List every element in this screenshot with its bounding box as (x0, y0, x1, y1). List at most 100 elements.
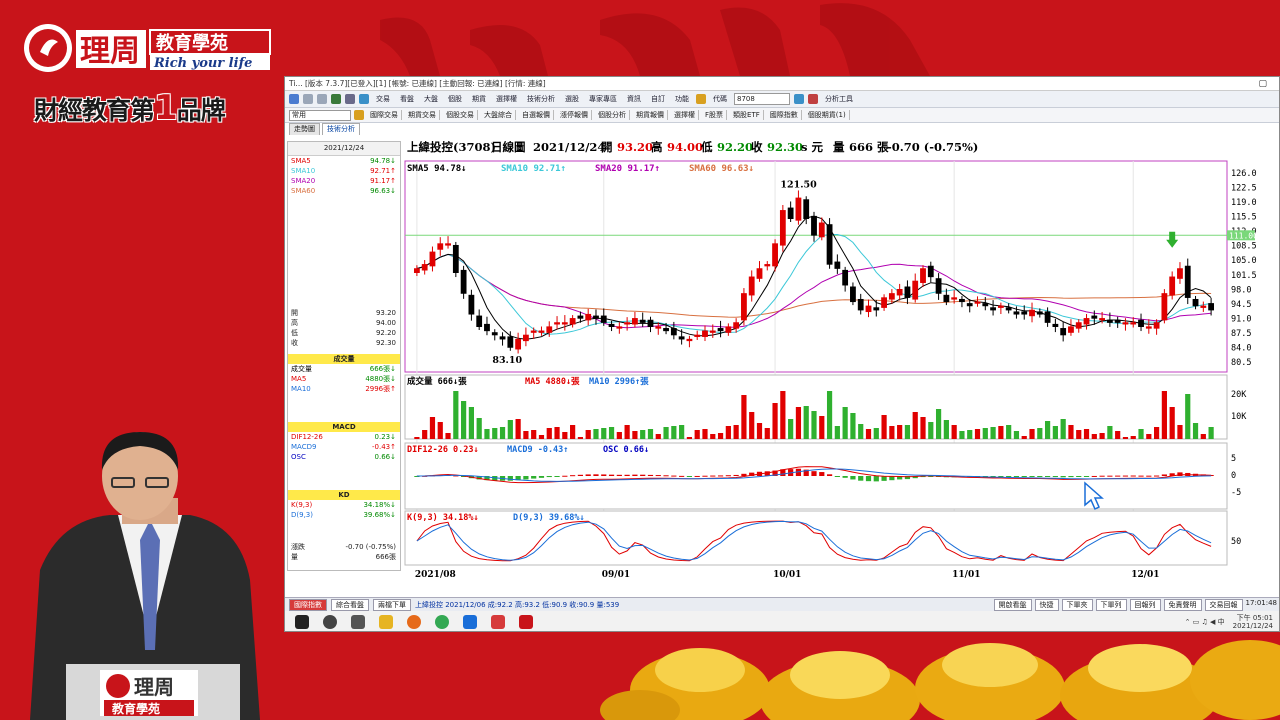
status-tab[interactable]: 綜合看盤 (331, 598, 369, 611)
slogan-part-b: 品牌 (176, 96, 226, 125)
candle-body (1192, 298, 1199, 307)
candle-body (717, 328, 724, 332)
favorites-dropdown[interactable]: 常用 (289, 109, 351, 121)
edit-icon[interactable] (354, 110, 364, 120)
fav-item[interactable]: 國際交易 (367, 110, 402, 120)
user-icon[interactable] (331, 94, 341, 104)
menu-custom[interactable]: 自訂 (648, 94, 668, 104)
tray-icons[interactable]: ⌃ ▭ ♫ ◀ 中 (1185, 617, 1225, 627)
tab-technical[interactable]: 技術分析 (322, 123, 360, 135)
chrome-icon[interactable] (435, 615, 449, 629)
windows-start-icon[interactable] (295, 615, 309, 629)
technical-chart[interactable]: 上緯投控(3708)日線圖 2021/12/24開 93.20高 94.00低 92.2… (403, 141, 1279, 589)
volume-bar (749, 412, 755, 439)
status-button[interactable]: 交易回報 (1204, 598, 1243, 611)
kd-row: K(9,3) 34.18%↓ (288, 500, 400, 510)
kd-row: D(9,3) 39.68%↓ (288, 510, 400, 520)
candle-body (990, 307, 996, 311)
menu-trade[interactable]: 交易 (373, 94, 393, 104)
window-icon[interactable] (359, 94, 369, 104)
osc-bar (1037, 476, 1043, 477)
fav-item[interactable]: 個股分析 (595, 110, 630, 120)
candle-body (966, 303, 973, 307)
back-icon[interactable] (303, 94, 313, 104)
forward-icon[interactable] (317, 94, 327, 104)
search-icon[interactable] (323, 615, 337, 629)
fav-item[interactable]: 類股ETF (730, 110, 764, 120)
macd-tick-label: -5 (1231, 488, 1241, 498)
candle-body (850, 286, 856, 303)
macd-label: MACD9 (291, 443, 317, 451)
status-button[interactable]: 快捷 (1034, 598, 1059, 611)
tab-trend[interactable]: 走勢圖 (289, 123, 320, 135)
osc-bar (1122, 475, 1129, 477)
firefox-icon[interactable] (407, 615, 421, 629)
candle-body (491, 332, 498, 336)
status-button[interactable]: 下單夾 (1061, 598, 1093, 611)
fav-item[interactable]: 期貨報價 (633, 110, 668, 120)
fav-item[interactable]: F股票 (702, 110, 728, 120)
task-view-icon[interactable] (351, 615, 365, 629)
fav-item[interactable]: 自選報價 (519, 110, 554, 120)
menu-market[interactable]: 大盤 (421, 94, 441, 104)
osc-bar (585, 474, 591, 476)
teamviewer-icon[interactable] (463, 615, 477, 629)
volume-bar (492, 428, 498, 439)
status-button[interactable]: 開啟看盤 (993, 598, 1032, 611)
app-icon[interactable] (519, 615, 533, 629)
ohlc-value: 92.20 (375, 329, 396, 337)
file-explorer-icon[interactable] (379, 615, 393, 629)
fav-item[interactable]: 個股交易 (443, 110, 478, 120)
menu-options[interactable]: 選擇權 (493, 94, 520, 104)
menu-watch[interactable]: 看盤 (397, 94, 417, 104)
candle-body (787, 207, 794, 219)
x-tick-label: 10/01 (773, 570, 801, 580)
volume-bar (1107, 426, 1113, 439)
fav-item[interactable]: 選擇權 (671, 110, 699, 120)
volume-row: MA10 2996張↑ (288, 384, 400, 394)
home-icon[interactable] (289, 94, 299, 104)
volume-bar (819, 416, 825, 439)
taskbar-clock[interactable]: 下午 05:01 2021/12/24 (1233, 614, 1273, 630)
analysis-tools-menu[interactable]: 分析工具 (822, 94, 856, 104)
menu-screener[interactable]: 選股 (562, 94, 582, 104)
print-icon[interactable] (345, 94, 355, 104)
volume-bar (780, 391, 786, 439)
menu-info[interactable]: 資訊 (624, 94, 644, 104)
status-tab[interactable]: 兩檔下單 (373, 598, 411, 611)
osc-bar (1161, 474, 1167, 476)
ohlc-row: 低 92.20 (288, 328, 400, 338)
menu-futures[interactable]: 期貨 (469, 94, 489, 104)
candle-body (857, 298, 864, 311)
cursor-icon[interactable] (808, 94, 818, 104)
status-tab[interactable]: 國際指數 (289, 598, 327, 611)
menu-expert[interactable]: 專家專區 (586, 94, 620, 104)
search-icon[interactable] (794, 94, 804, 104)
fav-item[interactable]: 漲停報價 (557, 110, 592, 120)
trading-app-icon[interactable] (491, 615, 505, 629)
fav-item[interactable]: 大盤綜合 (481, 110, 516, 120)
candle-body (881, 297, 887, 308)
menu-functions[interactable]: 功能 (672, 94, 692, 104)
restore-icon[interactable]: ▢ (1258, 79, 1267, 89)
osc-bar (655, 475, 661, 477)
pencil-icon[interactable] (696, 94, 706, 104)
candle-body (982, 303, 989, 307)
ohlc-values: 開 93.20 高 94.00 低 92.20 收 92.30 (288, 308, 400, 348)
stock-code-input[interactable]: 8708 (734, 93, 790, 105)
menu-stock[interactable]: 個股 (445, 94, 465, 104)
fav-item[interactable]: 期貨交易 (405, 110, 440, 120)
status-button[interactable]: 下單列 (1095, 598, 1127, 611)
macd-legend: OSC 0.66↓ (603, 445, 649, 455)
fav-item[interactable]: 國際指數 (767, 110, 802, 120)
volume-bar (515, 419, 521, 439)
volume-bar (912, 412, 918, 439)
candle-body (624, 322, 631, 325)
qty-label: 量 (291, 553, 298, 561)
fav-item[interactable]: 個股期貨(1) (805, 110, 850, 120)
status-button[interactable]: 回報列 (1129, 598, 1161, 611)
status-button[interactable]: 免責聲明 (1163, 598, 1202, 611)
chart-header-field: 94.00 (667, 141, 703, 154)
menu-technical[interactable]: 技術分析 (524, 94, 558, 104)
sma-label: SMA10 (291, 167, 316, 175)
